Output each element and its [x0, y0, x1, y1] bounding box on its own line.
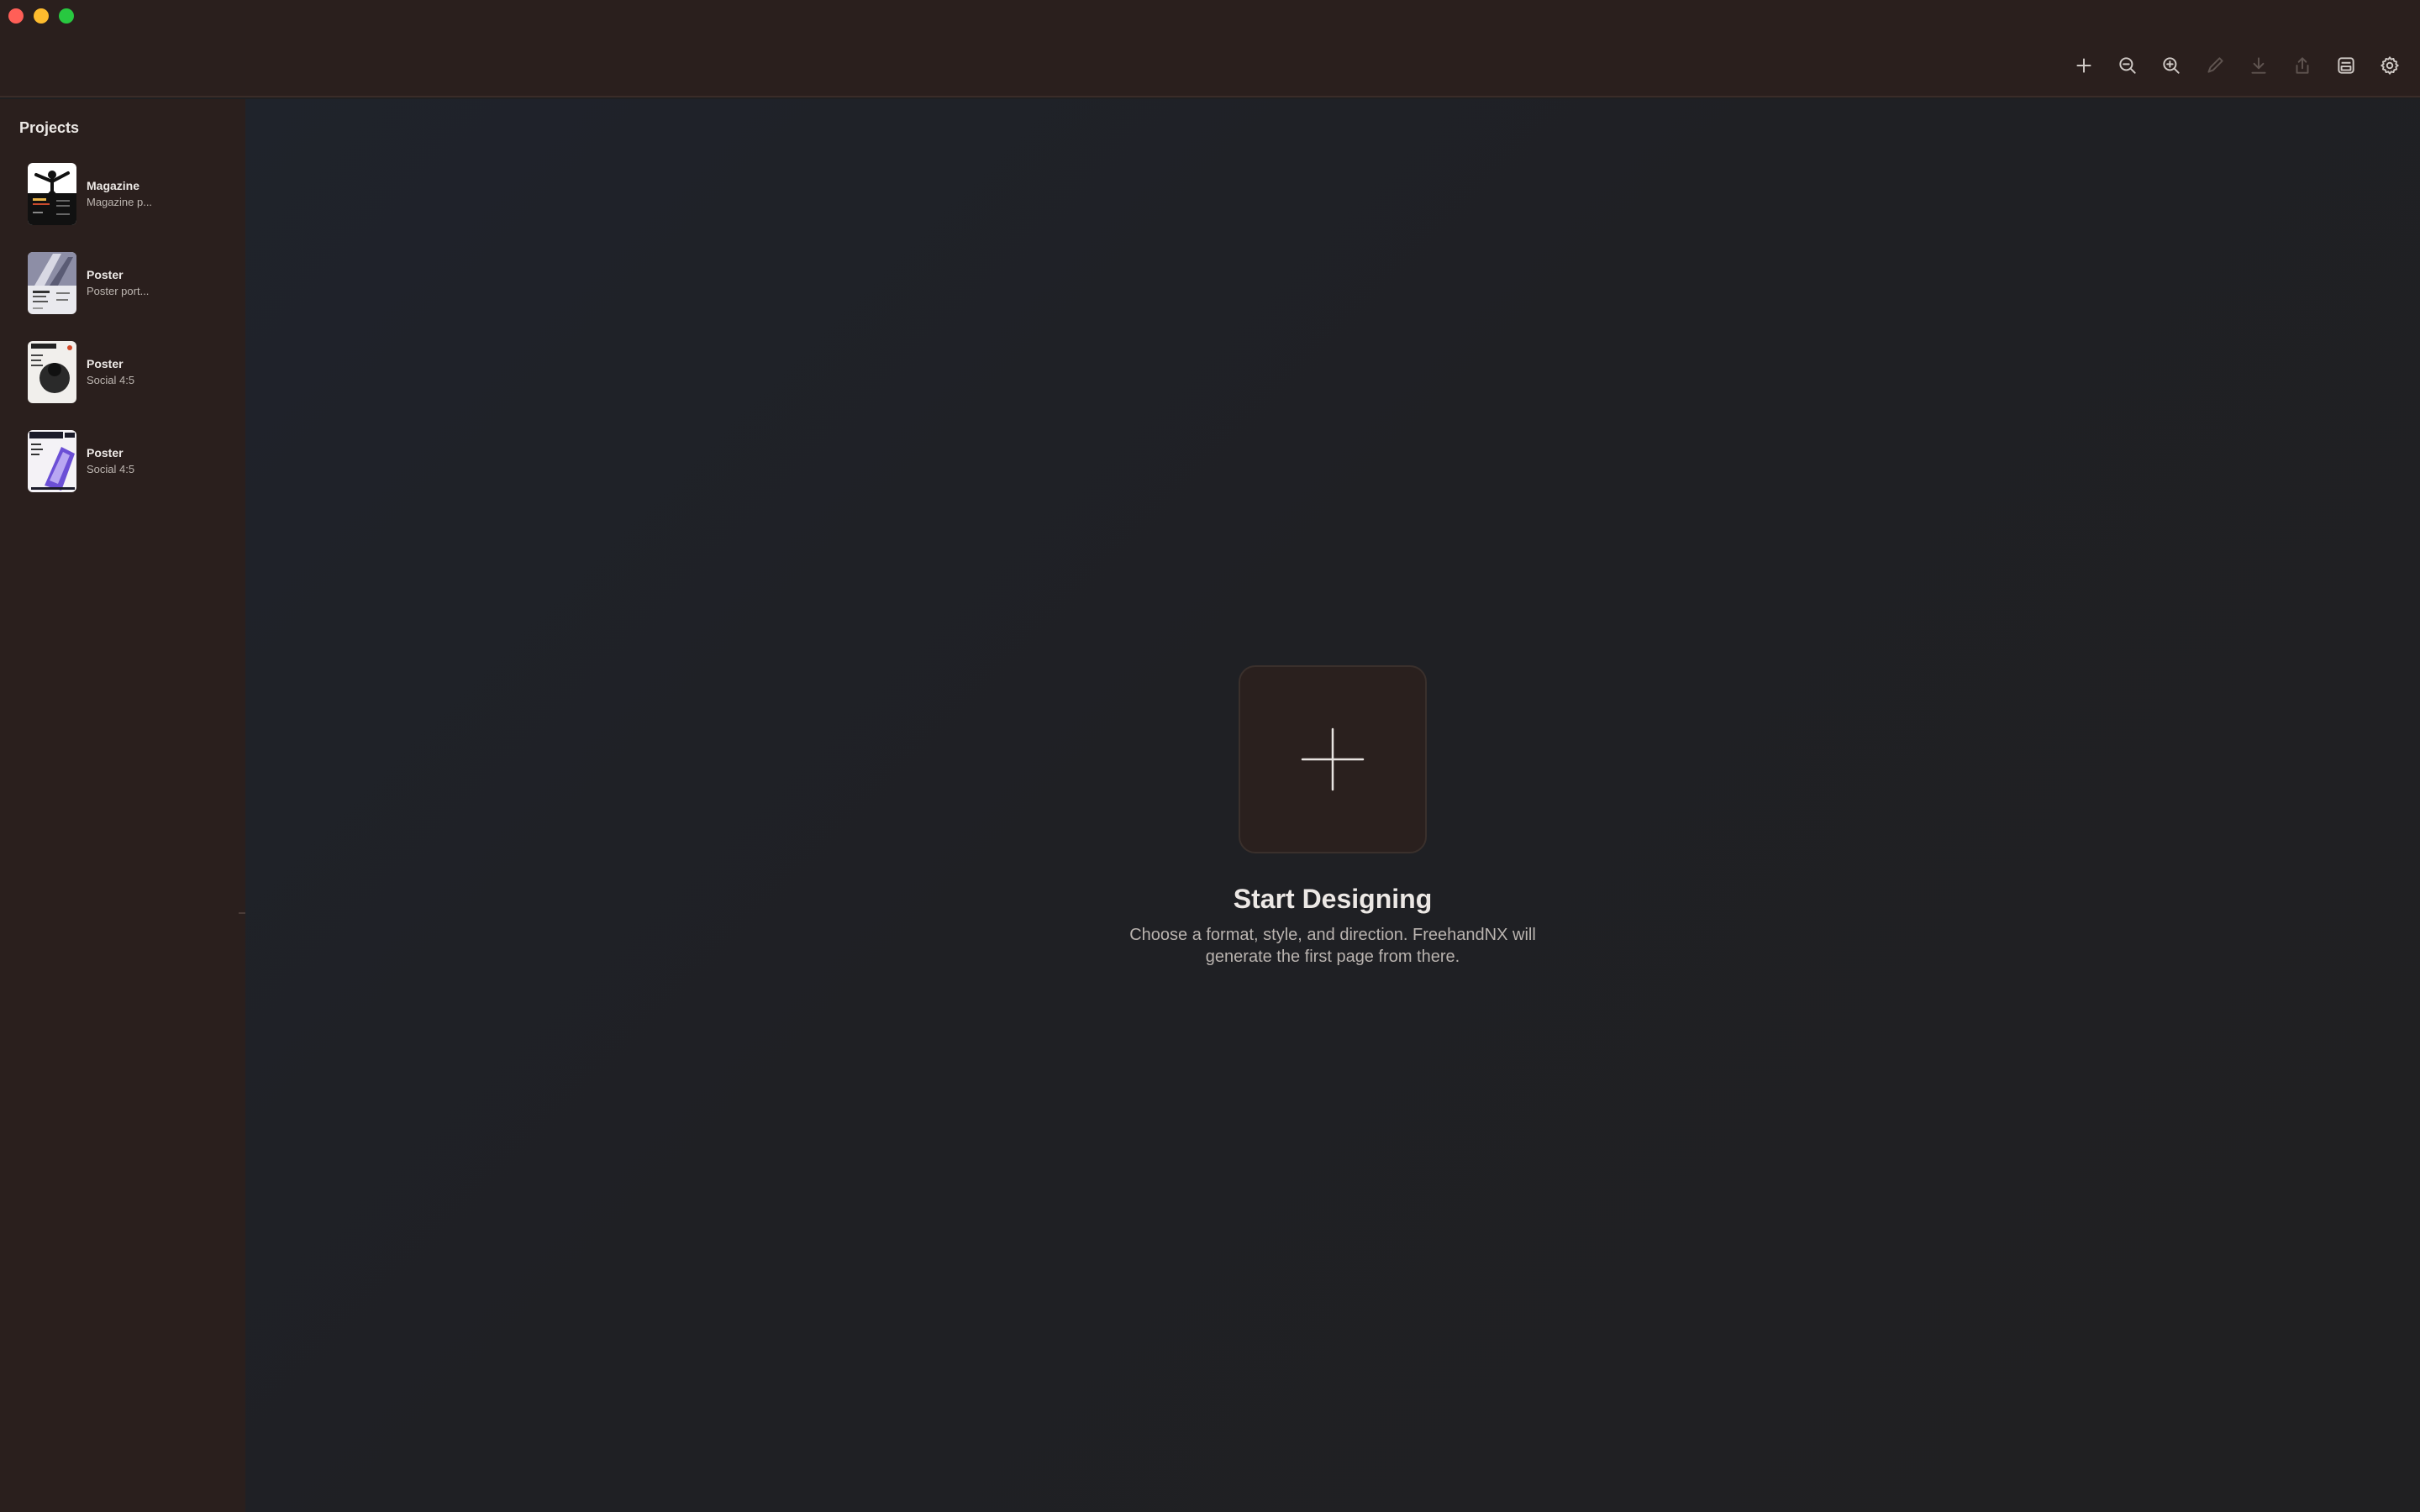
design-canvas: Start Designing Choose a format, style, …: [245, 99, 2420, 1512]
zoom-out-button[interactable]: [2114, 52, 2141, 79]
plus-icon: [1301, 727, 1365, 791]
project-item-magazine[interactable]: Magazine Magazine p...: [28, 163, 238, 225]
share-button[interactable]: [2289, 52, 2316, 79]
project-format: Poster port...: [87, 285, 150, 298]
project-list: Magazine Magazine p... Poster Poster por…: [28, 163, 238, 519]
share-icon: [2296, 57, 2309, 74]
sidebar-resize-handle[interactable]: [239, 912, 245, 914]
download-icon: [2251, 57, 2266, 74]
projects-sidebar: Projects Magazine Magazine p... Poster P…: [0, 99, 245, 1512]
project-format: Magazine p...: [87, 196, 153, 209]
pencil-icon: [2207, 57, 2223, 73]
settings-button[interactable]: [2376, 52, 2403, 79]
project-name: Magazine: [87, 178, 140, 192]
empty-state-description: Choose a format, style, and direction. F…: [1129, 926, 1536, 966]
project-item-poster-social-1[interactable]: Poster Social 4:5: [28, 341, 238, 403]
new-project-button[interactable]: [2070, 52, 2097, 79]
zoom-out-icon: [2119, 57, 2136, 74]
gear-icon: [2381, 56, 2399, 75]
project-thumbnail: [28, 430, 76, 492]
close-window-button[interactable]: [8, 8, 24, 24]
project-name: Poster: [87, 445, 124, 459]
project-format: Social 4:5: [87, 463, 135, 476]
print-icon: [2338, 57, 2354, 74]
toolbar: [2070, 52, 2403, 79]
start-designing-button[interactable]: [1239, 665, 1427, 853]
project-item-poster-social-2[interactable]: Poster Social 4:5: [28, 430, 238, 492]
project-thumbnail: [28, 163, 76, 225]
project-name: Poster: [87, 267, 124, 281]
empty-state-title: Start Designing: [1233, 884, 1433, 914]
edit-button[interactable]: [2202, 52, 2228, 79]
print-button[interactable]: [2333, 52, 2360, 79]
project-thumbnail: [28, 341, 76, 403]
zoom-in-icon: [2163, 57, 2180, 74]
zoom-in-button[interactable]: [2158, 52, 2185, 79]
project-format: Social 4:5: [87, 374, 135, 387]
window-controls: [8, 8, 74, 24]
minimize-window-button[interactable]: [34, 8, 49, 24]
project-thumbnail: [28, 252, 76, 314]
download-button[interactable]: [2245, 52, 2272, 79]
sidebar-title: Projects: [19, 119, 80, 136]
plus-icon: [2076, 58, 2091, 73]
zoom-window-button[interactable]: [59, 8, 74, 24]
project-name: Poster: [87, 356, 124, 370]
title-bar: [0, 0, 2420, 97]
app-window: Projects Magazine Magazine p... Poster P…: [0, 0, 2420, 1512]
project-item-poster-portrait[interactable]: Poster Poster port...: [28, 252, 238, 314]
empty-state: Start Designing Choose a format, style, …: [245, 99, 2420, 1512]
